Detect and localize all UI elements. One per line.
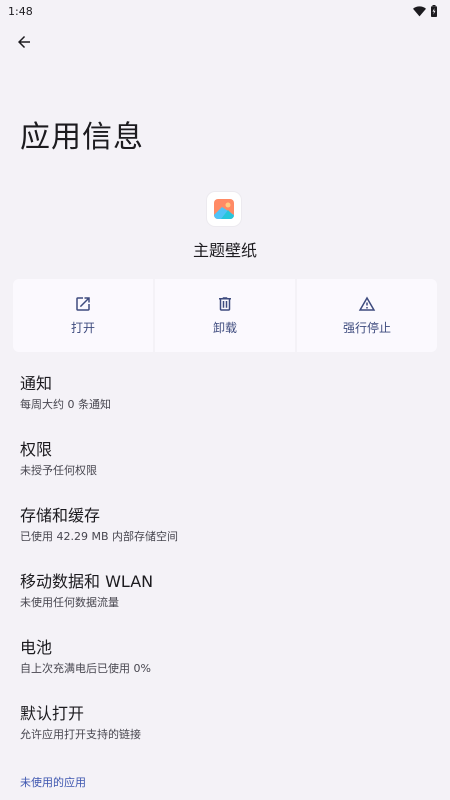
uninstall-button[interactable]: 卸载 <box>155 279 295 352</box>
setting-summary: 每周大约 0 条通知 <box>20 398 111 411</box>
setting-title: 默认打开 <box>20 704 85 723</box>
setting-battery[interactable]: 电池 自上次充满电后已使用 0% <box>20 632 430 698</box>
uninstall-label: 卸载 <box>212 321 237 335</box>
setting-title: 存储和缓存 <box>20 506 101 525</box>
setting-summary: 未授予任何权限 <box>20 464 97 477</box>
setting-permissions[interactable]: 权限 未授予任何权限 <box>20 434 430 500</box>
action-bar: 打开 卸载 强行停止 <box>13 279 437 352</box>
force-stop-button[interactable]: 强行停止 <box>297 279 437 352</box>
battery-icon <box>430 5 438 17</box>
settings-list: 通知 每周大约 0 条通知 权限 未授予任何权限 存储和缓存 已使用 42.29… <box>20 368 430 764</box>
open-external-icon <box>74 295 92 313</box>
app-name: 主题壁纸 <box>192 241 257 260</box>
back-button[interactable] <box>10 30 38 58</box>
setting-summary: 允许应用打开支持的链接 <box>20 728 141 741</box>
setting-data-usage[interactable]: 移动数据和 WLAN 未使用任何数据流量 <box>20 566 430 632</box>
status-icons <box>413 5 438 17</box>
open-label: 打开 <box>70 321 95 335</box>
arrow-back-icon <box>15 33 33 55</box>
app-icon <box>207 192 241 226</box>
setting-title: 移动数据和 WLAN <box>20 572 154 591</box>
setting-title: 通知 <box>20 374 53 393</box>
page-title: 应用信息 <box>20 120 144 155</box>
setting-open-by-default[interactable]: 默认打开 允许应用打开支持的链接 <box>20 698 430 764</box>
wifi-icon <box>413 5 426 17</box>
setting-summary: 未使用任何数据流量 <box>20 596 119 609</box>
setting-summary: 已使用 42.29 MB 内部存储空间 <box>20 530 179 543</box>
setting-storage[interactable]: 存储和缓存 已使用 42.29 MB 内部存储空间 <box>20 500 430 566</box>
unused-apps-link[interactable]: 未使用的应用 <box>20 774 86 790</box>
setting-summary: 自上次充满电后已使用 0% <box>20 662 151 675</box>
trash-icon <box>216 295 234 313</box>
setting-notifications[interactable]: 通知 每周大约 0 条通知 <box>20 368 430 434</box>
status-time: 1:48 <box>8 4 33 18</box>
warning-icon <box>358 295 376 313</box>
setting-title: 电池 <box>20 638 53 657</box>
force-stop-label: 强行停止 <box>342 321 391 335</box>
status-bar: 1:48 <box>0 0 450 22</box>
setting-title: 权限 <box>20 440 53 459</box>
open-button[interactable]: 打开 <box>13 279 153 352</box>
